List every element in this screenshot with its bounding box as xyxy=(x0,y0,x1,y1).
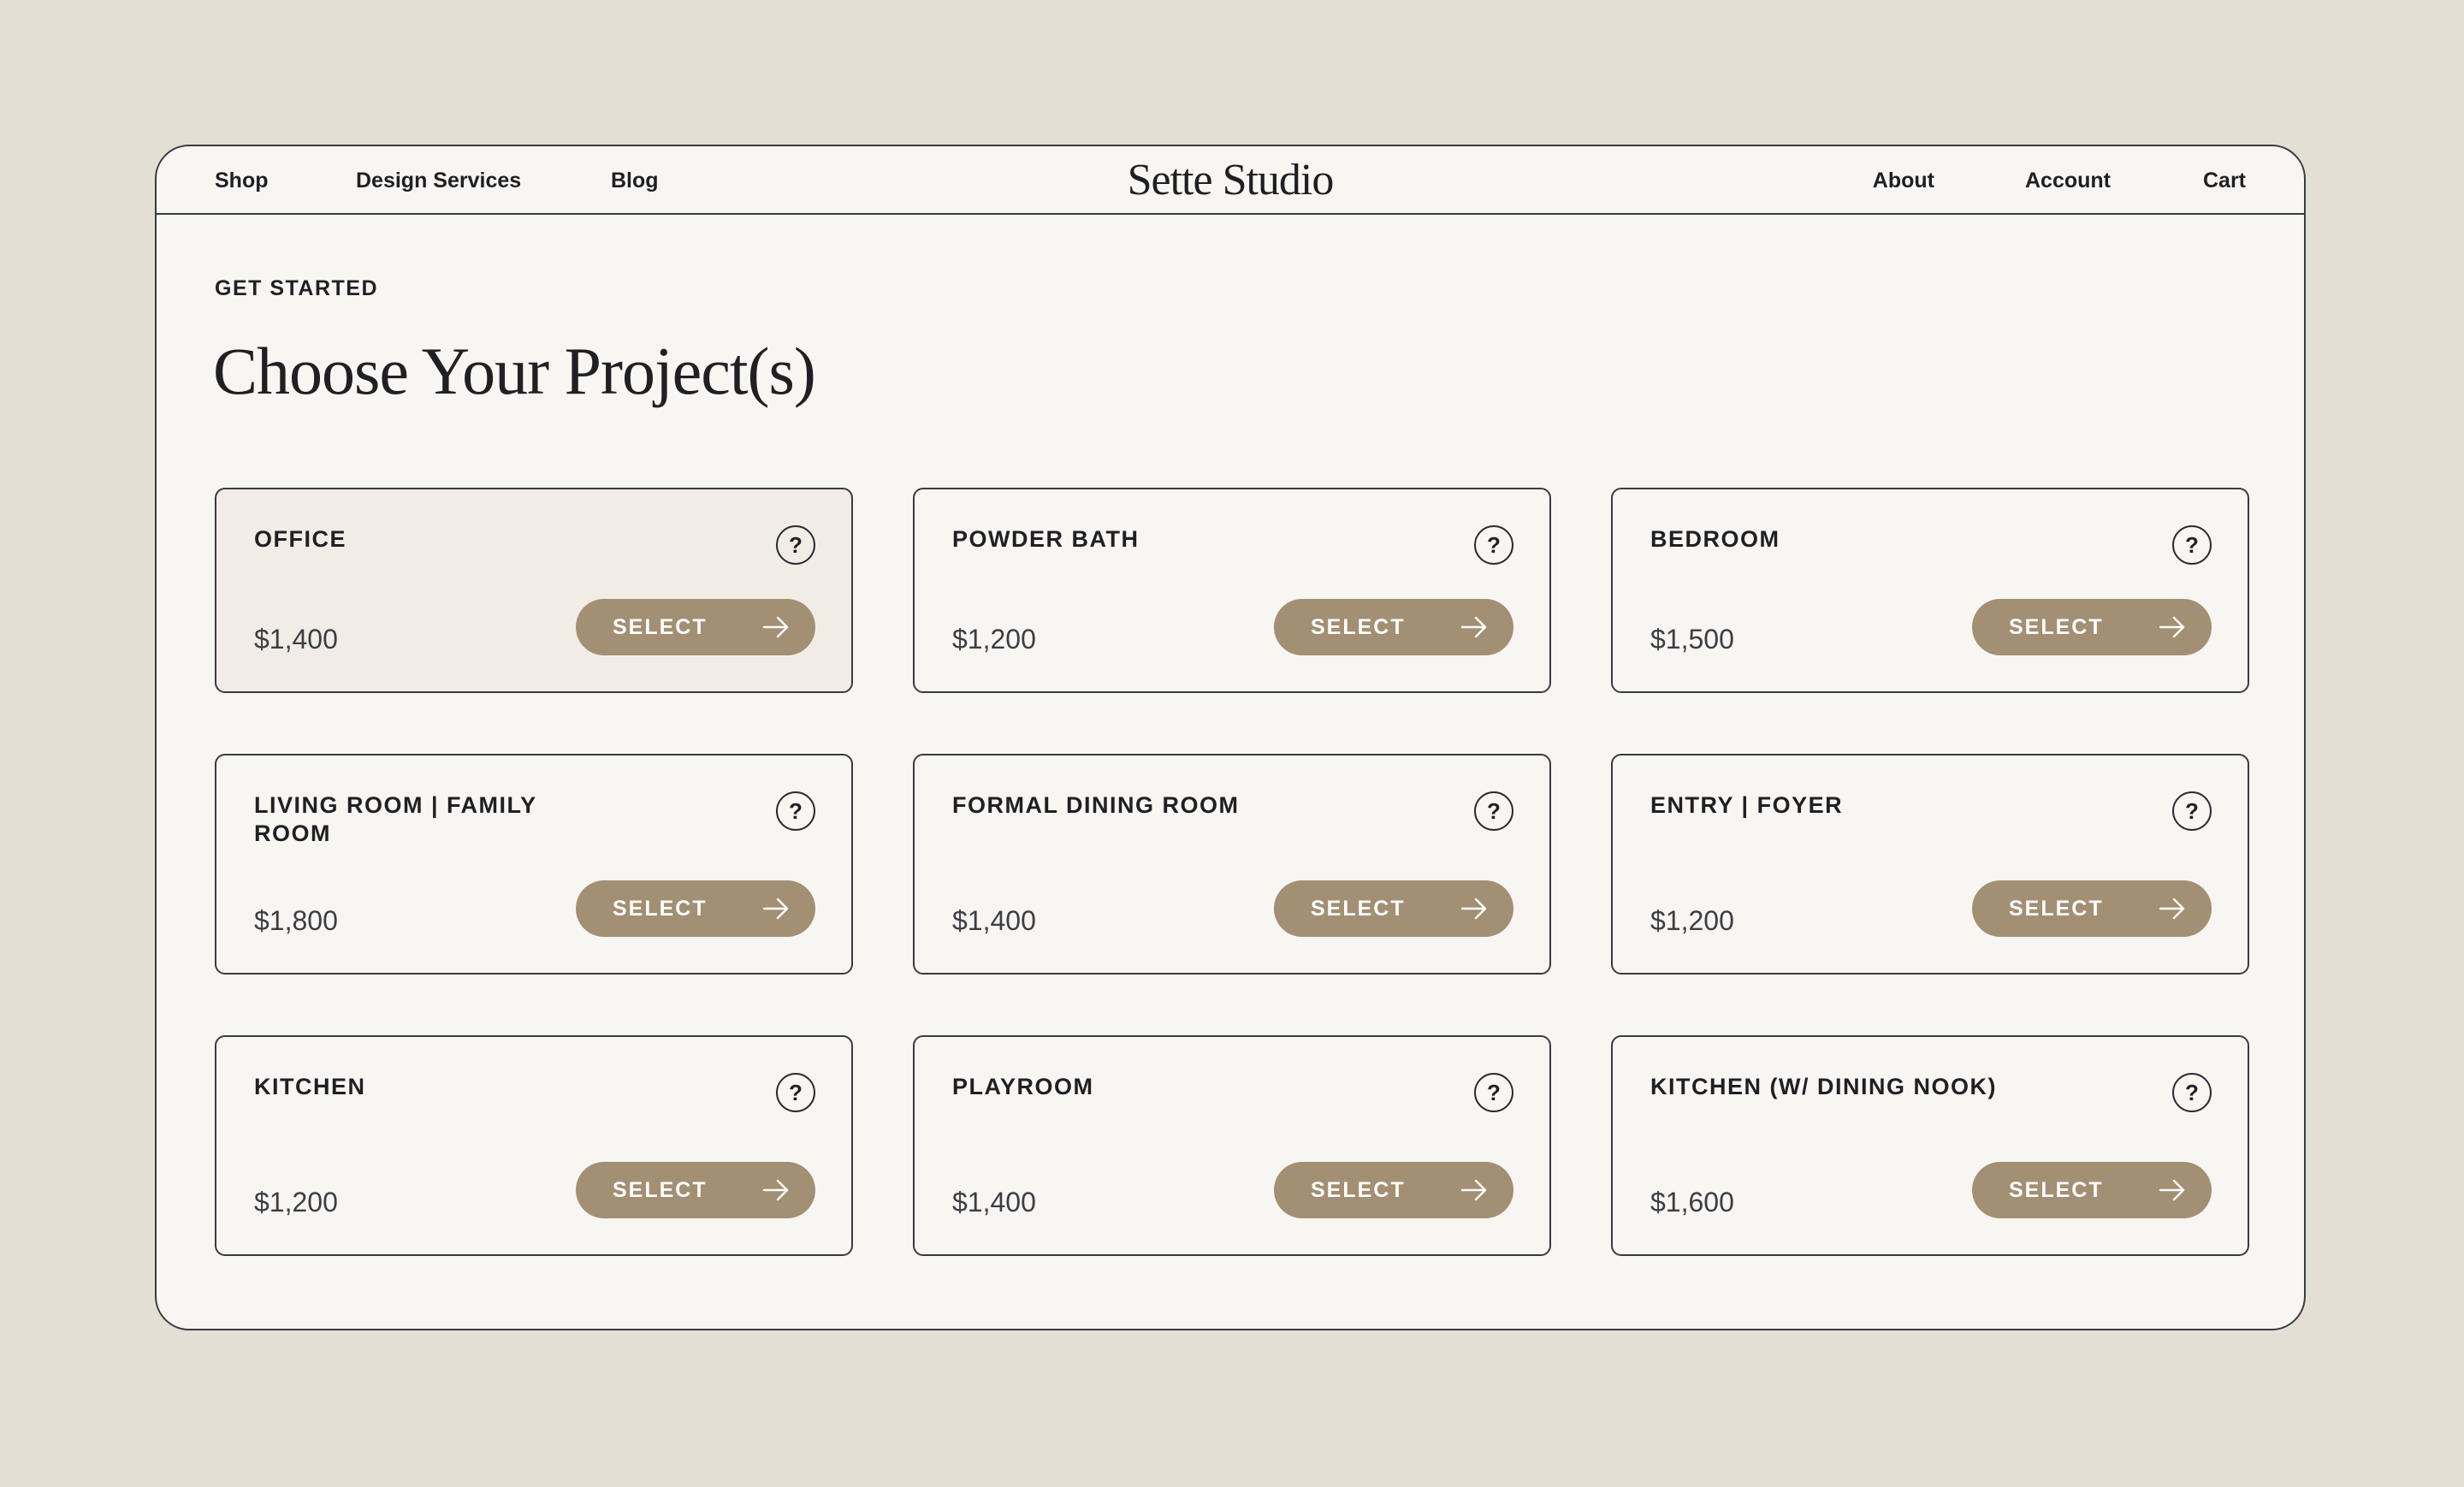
nav-shop[interactable]: Shop xyxy=(215,163,269,198)
project-card[interactable]: ENTRY | FOYER? $1,200 SELECT xyxy=(1611,754,2249,975)
select-button[interactable]: SELECT xyxy=(576,599,815,655)
project-price: $1,500 xyxy=(1650,624,1734,655)
question-circle-icon[interactable]: ? xyxy=(2172,525,2212,565)
nav-cart[interactable]: Cart xyxy=(2203,163,2246,198)
project-card[interactable]: PLAYROOM? $1,400 SELECT xyxy=(913,1035,1551,1256)
question-circle-icon[interactable]: ? xyxy=(776,525,815,565)
brand-logo[interactable]: Sette Studio xyxy=(1128,156,1335,204)
select-button-label: SELECT xyxy=(1311,897,1406,921)
project-title: FORMAL DINING ROOM xyxy=(952,792,1240,818)
project-title: PLAYROOM xyxy=(952,1074,1094,1099)
project-card[interactable]: FORMAL DINING ROOM? $1,400 SELECT xyxy=(913,754,1551,975)
select-button-label: SELECT xyxy=(613,1178,708,1202)
project-price: $1,400 xyxy=(952,905,1036,936)
question-circle-icon[interactable]: ? xyxy=(776,1073,815,1112)
project-card[interactable]: POWDER BATH? $1,200 SELECT xyxy=(913,488,1551,693)
select-button-label: SELECT xyxy=(613,615,708,639)
select-button-label: SELECT xyxy=(2009,615,2104,639)
project-card[interactable]: KITCHEN (W/ DINING NOOK)? $1,600 SELECT xyxy=(1611,1035,2249,1256)
select-button[interactable]: SELECT xyxy=(1972,880,2212,937)
project-price: $1,800 xyxy=(254,905,338,936)
project-card[interactable]: KITCHEN? $1,200 SELECT xyxy=(215,1035,853,1256)
project-title: BEDROOM xyxy=(1650,526,1780,552)
select-button-label: SELECT xyxy=(1311,615,1406,639)
project-title: LIVING ROOM | FAMILY ROOM xyxy=(254,792,537,846)
project-card[interactable]: LIVING ROOM | FAMILY ROOM? $1,800 SELECT xyxy=(215,754,853,975)
select-button-label: SELECT xyxy=(2009,1178,2104,1202)
project-price: $1,400 xyxy=(254,624,338,655)
project-price: $1,400 xyxy=(952,1187,1036,1217)
project-title: OFFICE xyxy=(254,526,346,552)
select-button[interactable]: SELECT xyxy=(1274,880,1513,937)
project-title: POWDER BATH xyxy=(952,526,1140,552)
nav-design-services[interactable]: Design Services xyxy=(356,163,521,198)
browser-window: Shop Design Services Blog Sette Studio A… xyxy=(155,145,2306,1330)
page-title: Choose Your Project(s) xyxy=(213,334,816,408)
project-card[interactable]: OFFICE? $1,400 SELECT xyxy=(215,488,853,693)
project-card[interactable]: BEDROOM? $1,500 SELECT xyxy=(1611,488,2249,693)
select-button-label: SELECT xyxy=(613,897,708,921)
project-price: $1,600 xyxy=(1650,1187,1734,1217)
question-circle-icon[interactable]: ? xyxy=(1474,791,1513,831)
select-button[interactable]: SELECT xyxy=(576,880,815,937)
question-circle-icon[interactable]: ? xyxy=(1474,1073,1513,1112)
question-circle-icon[interactable]: ? xyxy=(2172,1073,2212,1112)
project-title: KITCHEN (W/ DINING NOOK) xyxy=(1650,1074,1997,1099)
select-button-label: SELECT xyxy=(2009,897,2104,921)
project-price: $1,200 xyxy=(952,624,1036,655)
project-title: ENTRY | FOYER xyxy=(1650,792,1844,818)
top-navigation: Shop Design Services Blog Sette Studio A… xyxy=(157,146,2304,215)
select-button[interactable]: SELECT xyxy=(576,1162,815,1218)
select-button[interactable]: SELECT xyxy=(1274,599,1513,655)
nav-about[interactable]: About xyxy=(1873,163,1934,198)
project-price: $1,200 xyxy=(1650,905,1734,936)
question-circle-icon[interactable]: ? xyxy=(776,791,815,831)
select-button-label: SELECT xyxy=(1311,1178,1406,1202)
eyebrow-label: GET STARTED xyxy=(215,276,379,300)
project-price: $1,200 xyxy=(254,1187,338,1217)
question-circle-icon[interactable]: ? xyxy=(2172,791,2212,831)
question-circle-icon[interactable]: ? xyxy=(1474,525,1513,565)
select-button[interactable]: SELECT xyxy=(1972,599,2212,655)
project-title: KITCHEN xyxy=(254,1074,366,1099)
select-button[interactable]: SELECT xyxy=(1972,1162,2212,1218)
nav-blog[interactable]: Blog xyxy=(611,163,659,198)
nav-account[interactable]: Account xyxy=(2025,163,2111,198)
select-button[interactable]: SELECT xyxy=(1274,1162,1513,1218)
